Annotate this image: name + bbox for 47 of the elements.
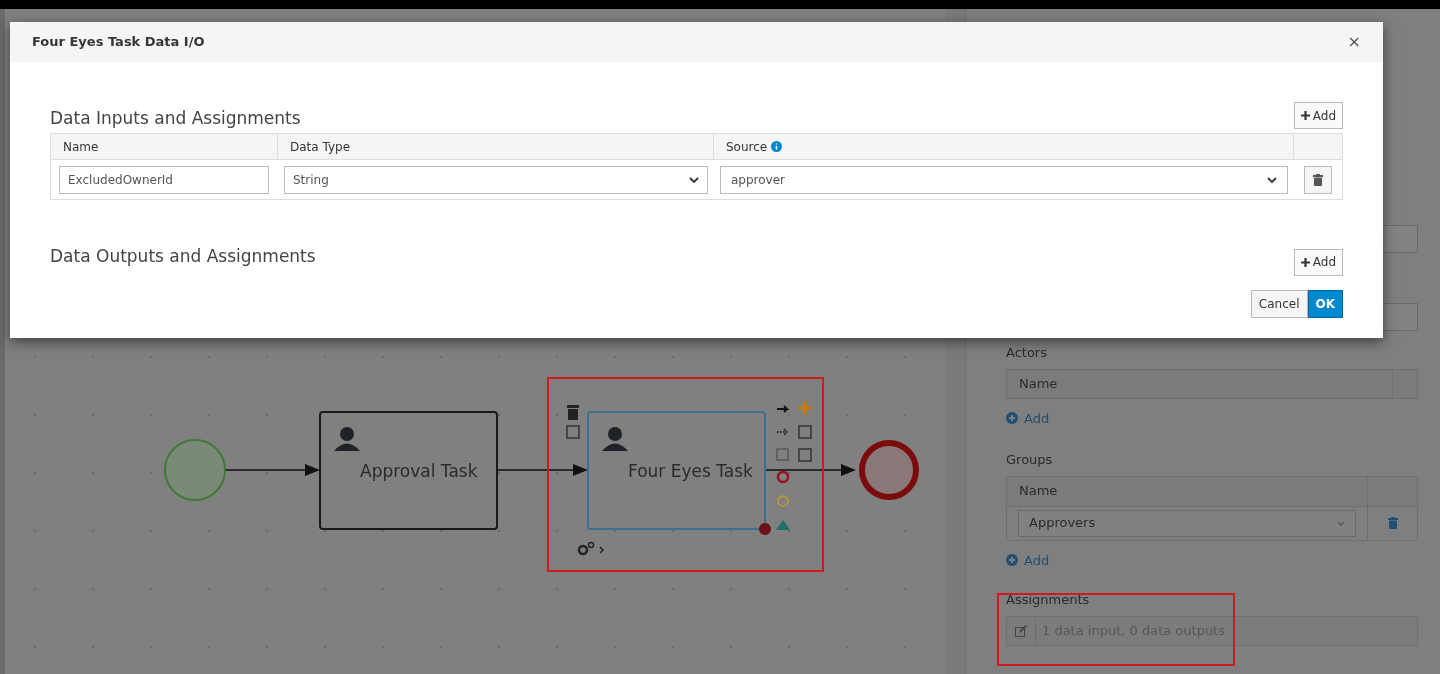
plus-icon: [1300, 257, 1310, 267]
edit-icon: [1015, 624, 1027, 637]
start-event: [164, 439, 226, 501]
add-button[interactable]: Add: [1293, 248, 1343, 276]
arrow-icon[interactable]: [776, 405, 790, 413]
data-type-select[interactable]: String: [284, 165, 708, 194]
close-button[interactable]: ×: [1347, 30, 1361, 54]
task-node[interactable]: [587, 411, 766, 530]
name-field[interactable]: ExcludedOwnerId: [59, 165, 269, 194]
plus-circle-icon: [1006, 554, 1018, 567]
plus-icon: [1300, 111, 1310, 120]
ok-button[interactable]: OK: [1307, 289, 1343, 318]
dialog-title: Four Eyes Task Data I/O: [32, 33, 205, 52]
column-header: Name: [1018, 481, 1059, 500]
delete-icon: [1387, 517, 1398, 529]
task-node[interactable]: [319, 411, 498, 530]
trash-icon[interactable]: [567, 405, 579, 420]
section-heading: Data Outputs and Assignments: [50, 245, 316, 268]
plus-circle-icon: [1006, 412, 1018, 425]
user-icon: [334, 427, 360, 451]
chevron-icon: [1337, 520, 1345, 526]
task-label: Four Eyes Task: [628, 461, 753, 481]
section-label: Assignments: [1006, 591, 1091, 609]
resize-icon[interactable]: [798, 448, 812, 462]
column-header: Data Type: [290, 138, 351, 156]
chevron-icon: [1267, 176, 1277, 183]
column-header: Name: [63, 138, 99, 156]
trash-icon: [1313, 173, 1323, 186]
chevron-icon: [689, 176, 699, 183]
source-select[interactable]: approver: [720, 165, 1288, 194]
section-heading: Data Inputs and Assignments: [50, 106, 301, 130]
section-label: Groups: [1006, 451, 1054, 469]
task-label: Approval Task: [360, 461, 478, 481]
dashed-arrow-icon[interactable]: [776, 428, 789, 436]
info-icon: [771, 141, 783, 152]
delete-button[interactable]: [1304, 165, 1332, 194]
column-header: Source: [726, 138, 768, 156]
end-event: [859, 440, 919, 500]
user-icon: [602, 427, 628, 451]
add-button[interactable]: Add: [1293, 102, 1343, 129]
group-select[interactable]: Approvers: [1018, 509, 1356, 537]
column-header: Name: [1018, 374, 1059, 393]
ring-icon[interactable]: [776, 470, 790, 484]
gears-icon[interactable]: [577, 541, 605, 556]
marker-dot: [759, 523, 771, 535]
section-label: Actors: [1006, 344, 1048, 362]
cancel-button[interactable]: Cancel: [1250, 289, 1308, 318]
